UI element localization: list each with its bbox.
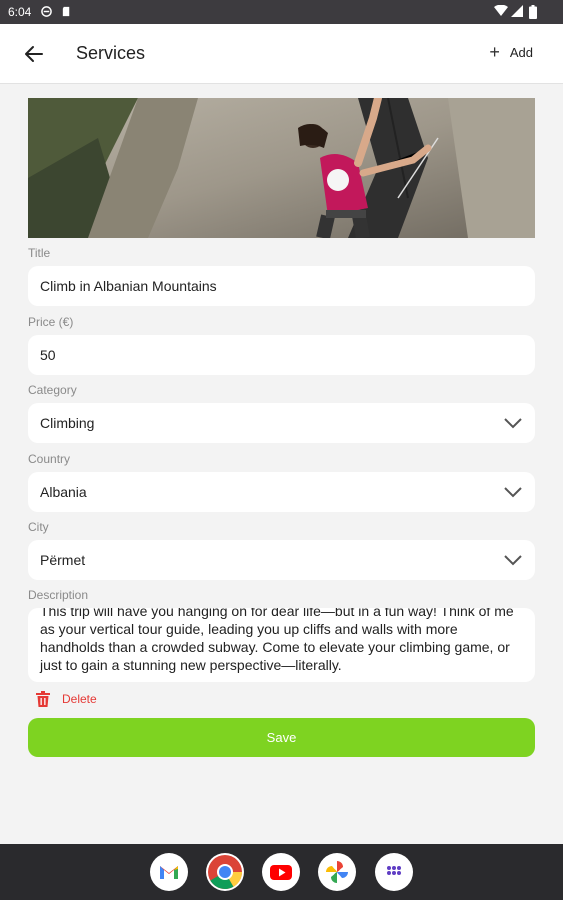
app-drawer-icon <box>387 866 401 875</box>
battery-icon <box>529 5 537 19</box>
country-value: Albania <box>40 484 87 500</box>
delete-label: Delete <box>62 692 97 706</box>
country-label: Country <box>28 452 71 466</box>
service-image[interactable] <box>28 98 535 238</box>
photos-icon <box>326 861 348 883</box>
title-input[interactable]: Climb in Albanian Mountains <box>28 266 535 306</box>
save-button[interactable]: Save <box>28 718 535 757</box>
climber-photo <box>28 98 535 238</box>
taskbar <box>0 844 563 900</box>
app-drawer[interactable] <box>375 853 413 891</box>
sd-card-icon <box>62 6 70 17</box>
signal-icon <box>511 5 523 17</box>
status-bar: 6:04 <box>0 0 563 24</box>
category-select[interactable]: Climbing <box>28 403 535 443</box>
chevron-down-icon <box>504 555 522 566</box>
status-time: 6:04 <box>8 5 32 19</box>
description-text: This trip will have you hanging on for d… <box>40 608 514 673</box>
app-bar: Services + Add <box>0 24 563 84</box>
chrome-app[interactable] <box>206 853 244 891</box>
back-arrow-icon[interactable] <box>22 42 46 66</box>
add-button-label: Add <box>509 44 533 60</box>
photos-app[interactable] <box>318 853 356 891</box>
country-select[interactable]: Albania <box>28 472 535 512</box>
page-title: Services <box>76 43 146 63</box>
city-value: Përmet <box>40 552 86 568</box>
city-select[interactable]: Përmet <box>28 540 535 580</box>
delete-button[interactable]: Delete <box>36 691 97 707</box>
youtube-app[interactable] <box>262 853 300 891</box>
youtube-icon <box>270 865 292 880</box>
settings-sync-icon <box>41 6 52 17</box>
title-label: Title <box>28 246 51 260</box>
category-value: Climbing <box>40 415 95 431</box>
wifi-icon <box>494 5 508 16</box>
city-label: City <box>28 520 49 534</box>
chevron-down-icon <box>504 487 522 498</box>
price-label: Price (€) <box>28 315 74 329</box>
plus-icon: + <box>489 42 500 62</box>
price-input[interactable]: 50 <box>28 335 535 375</box>
category-label: Category <box>28 383 77 397</box>
chevron-down-icon <box>504 418 522 429</box>
gmail-app[interactable] <box>150 853 188 891</box>
chrome-icon <box>208 855 242 889</box>
gmail-icon <box>160 866 178 879</box>
description-label: Description <box>28 588 89 602</box>
description-textarea[interactable]: This trip will have you hanging on for d… <box>28 608 535 682</box>
trash-icon <box>36 691 50 707</box>
add-button[interactable]: + Add <box>489 42 533 62</box>
